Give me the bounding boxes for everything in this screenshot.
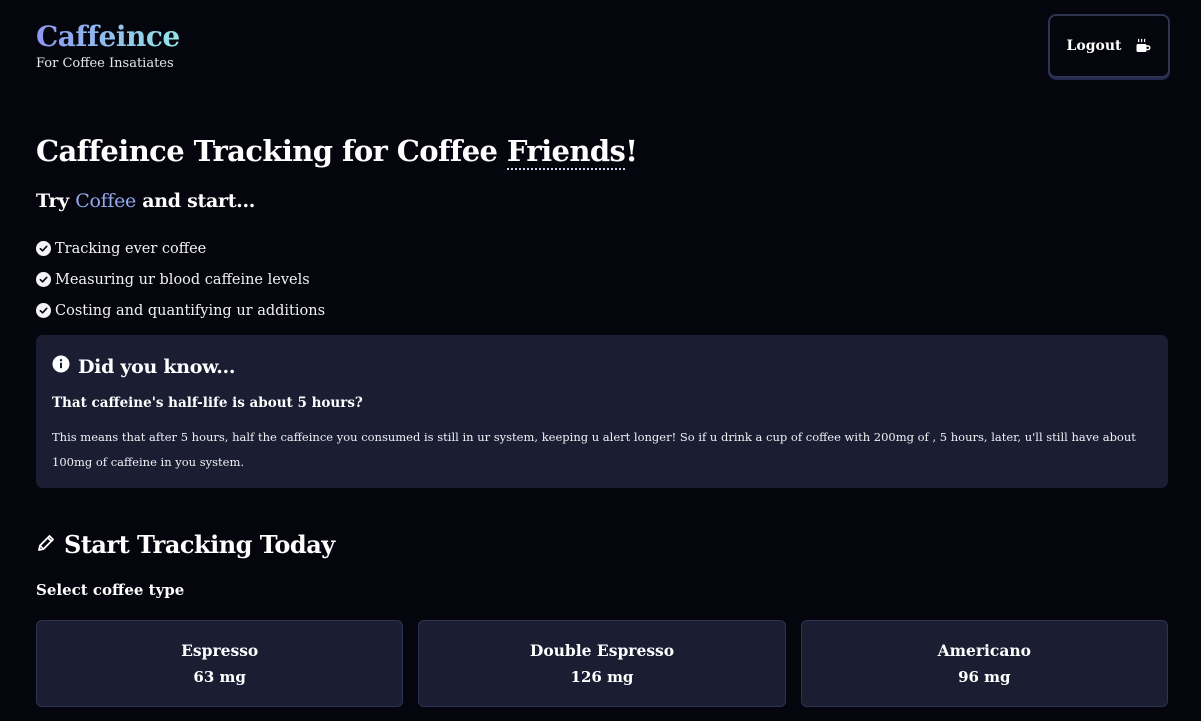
feature-item: Measuring ur blood caffeine levels: [36, 264, 325, 295]
try-accent: Coffee: [75, 190, 136, 212]
coffee-option-espresso[interactable]: Espresso 63 mg: [36, 620, 404, 707]
hero-title: Caffeince Tracking for Coffee Friends!: [36, 133, 638, 170]
info-circle-icon: [52, 355, 70, 378]
select-coffee-label: Select coffee type: [36, 581, 185, 599]
hero-title-friends: Friends: [506, 134, 626, 170]
coffee-caffeine: 63 mg: [193, 668, 246, 686]
feature-item: Tracking ever coffee: [36, 233, 325, 264]
hero-title-prefix: Caffeince Tracking for Coffee: [36, 134, 507, 168]
feature-text: Costing and quantifying ur additions: [55, 302, 326, 319]
pencil-icon: [36, 530, 56, 559]
logout-button[interactable]: Logout: [1048, 14, 1170, 78]
tracking-heading: Start Tracking Today: [36, 530, 335, 559]
try-coffee-line: Try Coffee and start...: [36, 188, 255, 214]
logout-label: Logout: [1066, 38, 1122, 54]
feature-list: Tracking ever coffee Measuring ur blood …: [36, 233, 325, 326]
brand-subtitle: For Coffee Insatiates: [36, 56, 174, 71]
brand-title: Caffeince: [36, 20, 180, 53]
coffee-name: Espresso: [181, 641, 259, 660]
info-heading: Did you know...: [52, 355, 235, 378]
mug-hot-icon: [1135, 38, 1151, 54]
hero-title-suffix: !: [625, 134, 638, 168]
info-body: This means that after 5 hours, half the …: [52, 430, 1136, 469]
check-circle-icon: [36, 241, 51, 256]
coffee-caffeine: 96 mg: [958, 668, 1011, 686]
info-card: Did you know... That caffeine's half-lif…: [36, 335, 1168, 488]
app-header: Caffeince For Coffee Insatiates Logout: [36, 0, 1170, 110]
coffee-type-grid: Espresso 63 mg Double Espresso 126 mg Am…: [36, 620, 1168, 707]
coffee-option-double-espresso[interactable]: Double Espresso 126 mg: [418, 620, 786, 707]
coffee-name: Americano: [937, 641, 1032, 660]
info-question: That caffeine's half-life is about 5 hou…: [52, 395, 363, 411]
info-heading-text: Did you know...: [78, 355, 236, 378]
check-circle-icon: [36, 303, 51, 318]
feature-text: Measuring ur blood caffeine levels: [55, 271, 310, 288]
coffee-name: Double Espresso: [529, 641, 675, 660]
coffee-option-americano[interactable]: Americano 96 mg: [800, 620, 1168, 707]
check-circle-icon: [36, 272, 51, 287]
coffee-caffeine: 126 mg: [570, 668, 634, 686]
try-suffix: and start...: [135, 190, 256, 212]
page: Caffeince For Coffee Insatiates Logout C…: [0, 0, 1201, 721]
feature-item: Costing and quantifying ur additions: [36, 295, 325, 326]
feature-text: Tracking ever coffee: [55, 240, 207, 257]
tracking-heading-text: Start Tracking Today: [64, 530, 335, 559]
try-prefix: Try: [36, 190, 76, 212]
